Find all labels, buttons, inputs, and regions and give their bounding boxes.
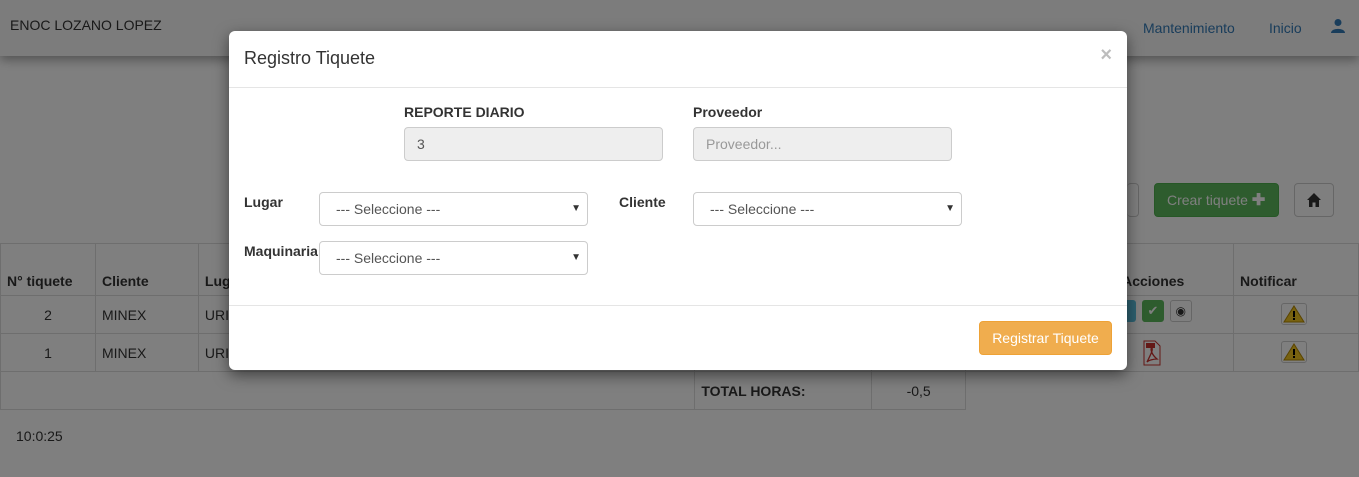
lugar-label: Lugar xyxy=(244,194,283,210)
modal-footer: Registrar Tiquete xyxy=(229,305,1127,371)
caret-down-icon: ▼ xyxy=(571,203,581,214)
register-ticket-button[interactable]: Registrar Tiquete xyxy=(979,321,1112,355)
modal-title: Registro Tiquete xyxy=(244,48,376,68)
modal-header: Registro Tiquete × xyxy=(229,31,1127,88)
reporte-label: REPORTE DIARIO xyxy=(404,104,525,120)
lugar-select[interactable]: --- Seleccione --- ▼ xyxy=(319,192,588,226)
proveedor-label: Proveedor xyxy=(693,104,763,120)
cliente-label: Cliente xyxy=(619,194,666,210)
register-ticket-modal: Registro Tiquete × REPORTE DIARIO Provee… xyxy=(229,31,1127,370)
cliente-select[interactable]: --- Seleccione --- ▼ xyxy=(693,192,962,226)
proveedor-field[interactable] xyxy=(693,127,952,161)
caret-down-icon: ▼ xyxy=(945,203,955,214)
maquinaria-select-value: --- Seleccione --- xyxy=(336,250,441,266)
maquinaria-label: Maquinaria xyxy=(244,243,318,259)
reporte-field[interactable] xyxy=(404,127,663,161)
close-icon[interactable]: × xyxy=(1100,44,1112,67)
cliente-select-value: --- Seleccione --- xyxy=(710,201,815,217)
maquinaria-select[interactable]: --- Seleccione --- ▼ xyxy=(319,241,588,275)
lugar-select-value: --- Seleccione --- xyxy=(336,201,441,217)
caret-down-icon: ▼ xyxy=(571,252,581,263)
